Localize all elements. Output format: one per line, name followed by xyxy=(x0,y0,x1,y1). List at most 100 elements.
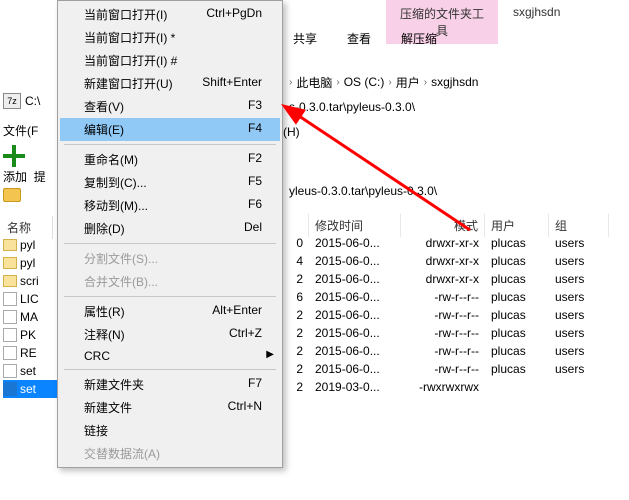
list-item[interactable]: pyl xyxy=(3,236,58,254)
list-item[interactable]: LIC xyxy=(3,290,58,308)
sevenz-pathbar[interactable]: s-0.3.0.tar\pyleus-0.3.0\ xyxy=(283,100,629,124)
menu-item-label: 新建文件 xyxy=(84,399,132,416)
cell-date: 2015-06-0... xyxy=(309,308,401,322)
cell-size: 2 xyxy=(283,344,309,358)
cell-mode: drwxr-xr-x xyxy=(401,272,485,286)
breadcrumb-drive[interactable]: OS (C:) xyxy=(344,75,385,89)
table-row[interactable]: 22015-06-0...drwxr-xr-xplucasusers xyxy=(283,270,629,288)
cell-user: plucas xyxy=(485,326,549,340)
cell-size: 2 xyxy=(283,308,309,322)
chevron-right-icon: › xyxy=(388,77,391,88)
menu-item[interactable]: 新建文件夹F7 xyxy=(60,373,280,396)
list-item[interactable]: scri xyxy=(3,272,58,290)
list-item-label: pyl xyxy=(20,238,35,252)
menu-item[interactable]: 删除(D)Del xyxy=(60,217,280,240)
list-item-label: MA xyxy=(20,310,38,324)
cell-user: plucas xyxy=(485,254,549,268)
menu-item[interactable]: 新建文件 Ctrl+N xyxy=(60,396,280,419)
sevenz-toolbar-text: 添加 提 xyxy=(3,168,46,185)
list-item[interactable]: pyl xyxy=(3,254,58,272)
menu-item-label: 合并文件(B)... xyxy=(84,273,158,290)
menu-item-label: 交替数据流(A) xyxy=(84,445,160,462)
plus-icon[interactable] xyxy=(3,145,25,167)
menu-item-label: 新建文件夹 xyxy=(84,376,144,393)
table-row[interactable]: 22015-06-0...-rw-r--r--plucasusers xyxy=(283,306,629,324)
menu-item-shortcut: F5 xyxy=(248,174,262,191)
table-row[interactable]: 22015-06-0...-rw-r--r--plucasusers xyxy=(283,324,629,342)
table-row[interactable]: 62015-06-0...-rw-r--r--plucasusers xyxy=(283,288,629,306)
menu-item[interactable]: CRC▶ xyxy=(60,346,280,366)
menu-separator xyxy=(64,369,276,370)
cell-size: 0 xyxy=(283,236,309,250)
list-item-label: set xyxy=(20,382,36,396)
menu-item: 分割文件(S)... xyxy=(60,247,280,270)
breadcrumb-user[interactable]: sxgjhsdn xyxy=(431,75,478,89)
table-row[interactable]: 02015-06-0...drwxr-xr-xplucasusers xyxy=(283,234,629,252)
cell-group: users xyxy=(549,290,609,304)
table-row[interactable]: 22015-06-0...-rw-r--r--plucasusers xyxy=(283,360,629,378)
cell-mode: drwxr-xr-x xyxy=(401,254,485,268)
ribbon-share-button[interactable]: 共享 xyxy=(293,30,317,47)
menu-item[interactable]: 新建窗口打开(U)Shift+Enter xyxy=(60,72,280,95)
cell-date: 2015-06-0... xyxy=(309,254,401,268)
cell-size: 2 xyxy=(283,362,309,376)
cell-mode: -rw-r--r-- xyxy=(401,326,485,340)
list-item-label: PK xyxy=(20,328,36,342)
file-icon xyxy=(3,364,17,378)
menu-item[interactable]: 当前窗口打开(I) # xyxy=(60,49,280,72)
sevenz-path2: yleus-0.3.0.tar\pyleus-0.3.0\ xyxy=(289,184,437,198)
cell-date: 2015-06-0... xyxy=(309,290,401,304)
cell-size: 6 xyxy=(283,290,309,304)
menu-item[interactable]: 复制到(C)... F5 xyxy=(60,171,280,194)
menu-item: 交替数据流(A) xyxy=(60,442,280,465)
list-item[interactable]: set xyxy=(3,380,58,398)
list-item-label: scri xyxy=(20,274,39,288)
folder-icon xyxy=(3,257,17,269)
menu-item[interactable]: 编辑(E)F4 xyxy=(60,118,280,141)
menu-item-label: 删除(D) xyxy=(84,220,125,237)
sevenz-pathlabel: (H) xyxy=(283,125,300,139)
cell-user: plucas xyxy=(485,290,549,304)
menu-separator xyxy=(64,243,276,244)
breadcrumb-thispc[interactable]: 此电脑 xyxy=(296,74,332,91)
menu-item[interactable]: 属性(R)Alt+Enter xyxy=(60,300,280,323)
menu-item-shortcut: F4 xyxy=(248,121,262,138)
menu-item-shortcut: Ctrl+N xyxy=(228,399,262,416)
menu-item[interactable]: 链接 xyxy=(60,419,280,442)
table-row[interactable]: 42015-06-0...drwxr-xr-xplucasusers xyxy=(283,252,629,270)
menu-item-label: 复制到(C)... xyxy=(84,174,147,191)
menu-separator xyxy=(64,296,276,297)
cell-size: 2 xyxy=(283,272,309,286)
breadcrumb[interactable]: › 此电脑 › OS (C:) › 用户 › sxgjhsdn xyxy=(283,70,629,94)
menu-item-shortcut: Ctrl+Z xyxy=(229,326,262,343)
menu-item-shortcut: Ctrl+PgDn xyxy=(206,6,262,23)
right-file-list: 02015-06-0...drwxr-xr-xplucasusers42015-… xyxy=(283,234,629,396)
breadcrumb-users[interactable]: 用户 xyxy=(396,74,420,91)
menu-item[interactable]: 移动到(M)...F6 xyxy=(60,194,280,217)
menu-item[interactable]: 当前窗口打开(I)Ctrl+PgDn xyxy=(60,3,280,26)
table-row[interactable]: 22019-03-0...-rwxrwxrwx xyxy=(283,378,629,396)
menu-separator xyxy=(64,144,276,145)
menu-item[interactable]: 重命名(M)F2 xyxy=(60,148,280,171)
menu-item[interactable]: 当前窗口打开(I) * xyxy=(60,26,280,49)
menu-item[interactable]: 注释(N)Ctrl+Z xyxy=(60,323,280,346)
list-item[interactable]: set xyxy=(3,362,58,380)
ribbon-user: sxgjhsdn xyxy=(513,5,560,19)
sevenz-addressbar[interactable] xyxy=(3,188,21,202)
menu-item[interactable]: 查看(V)F3 xyxy=(60,95,280,118)
menu-item-shortcut: F3 xyxy=(248,98,262,115)
sevenz-menu-file[interactable]: 文件(F xyxy=(3,122,38,139)
cell-group: users xyxy=(549,272,609,286)
cell-group: users xyxy=(549,362,609,376)
menu-item-shortcut: Alt+Enter xyxy=(212,303,262,320)
cell-date: 2015-06-0... xyxy=(309,362,401,376)
sevenz-pathbar2[interactable]: yleus-0.3.0.tar\pyleus-0.3.0\ xyxy=(283,184,629,208)
table-row[interactable]: 22015-06-0...-rw-r--r--plucasusers xyxy=(283,342,629,360)
ribbon-view-button[interactable]: 查看 xyxy=(347,30,371,47)
menu-item-label: 移动到(M)... xyxy=(84,197,148,214)
sevenz-icon: 7z xyxy=(3,93,21,109)
list-item[interactable]: MA xyxy=(3,308,58,326)
list-item[interactable]: RE xyxy=(3,344,58,362)
list-item[interactable]: PK xyxy=(3,326,58,344)
ribbon-extract-button[interactable]: 解压缩 xyxy=(401,30,437,47)
